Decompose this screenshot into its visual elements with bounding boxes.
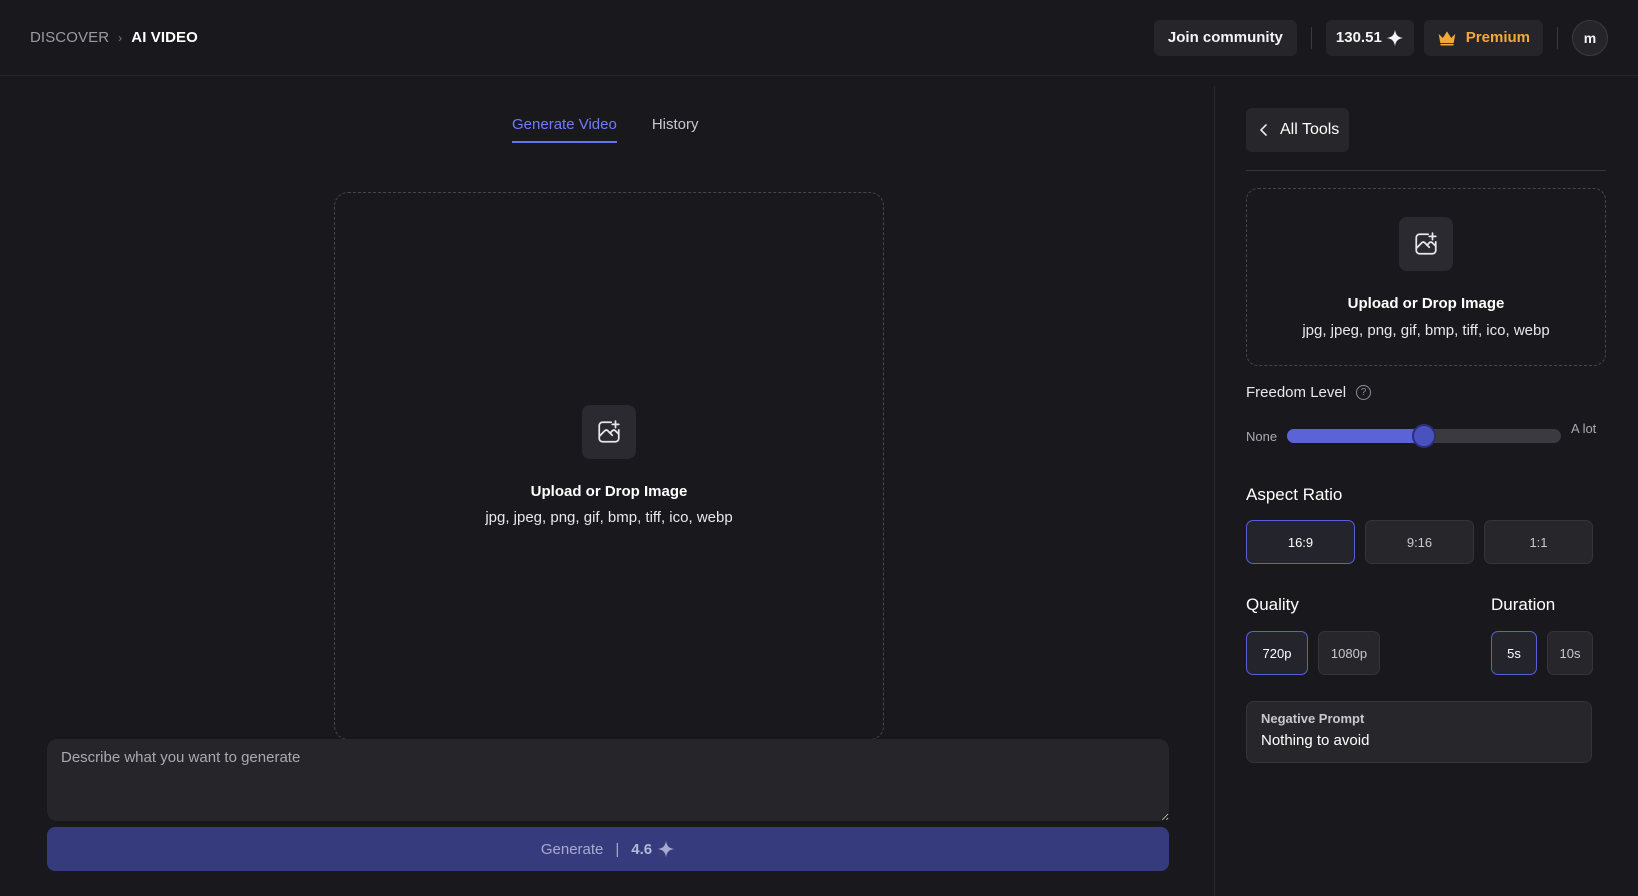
tab-generate-video[interactable]: Generate Video [512, 116, 617, 143]
generate-button[interactable]: Generate | 4.6 [47, 827, 1169, 871]
chevron-left-icon [1259, 124, 1267, 136]
app-root: DISCOVER › AI VIDEO Join community 130.5… [0, 0, 1638, 896]
side-dropzone-formats: jpg, jpeg, png, gif, bmp, tiff, ico, web… [1302, 322, 1550, 339]
slider-min-label: None [1246, 429, 1278, 444]
main-image-dropzone[interactable]: Upload or Drop Image jpg, jpeg, png, gif… [334, 192, 884, 740]
tab-history[interactable]: History [652, 116, 699, 143]
all-tools-button[interactable]: All Tools [1246, 108, 1349, 152]
freedom-level-text: Freedom Level [1246, 384, 1347, 401]
side-upload-image-button[interactable] [1399, 217, 1453, 271]
tab-bar: Generate Video History [512, 116, 698, 143]
breadcrumb: DISCOVER › AI VIDEO [30, 29, 198, 46]
settings-panel: All Tools Upload or Drop Image jpg, jpeg… [1246, 0, 1606, 896]
slider-thumb[interactable] [1412, 424, 1436, 448]
aspect-option-16-9[interactable]: 16:9 [1246, 520, 1355, 564]
aspect-option-1-1[interactable]: 1:1 [1484, 520, 1593, 564]
all-tools-label: All Tools [1280, 121, 1340, 138]
breadcrumb-chevron-icon: › [118, 30, 123, 45]
dropzone-formats: jpg, jpeg, png, gif, bmp, tiff, ico, web… [485, 509, 733, 526]
duration-option-5s[interactable]: 5s [1491, 631, 1537, 675]
slider-fill [1287, 429, 1424, 443]
slider-max-label: A lot [1571, 421, 1597, 436]
side-image-dropzone[interactable]: Upload or Drop Image jpg, jpeg, png, gif… [1246, 188, 1606, 366]
image-add-icon [1415, 232, 1437, 255]
quality-option-720p[interactable]: 720p [1246, 631, 1308, 675]
generate-separator: | [615, 840, 620, 858]
breadcrumb-discover[interactable]: DISCOVER [30, 29, 109, 46]
duration-label: Duration [1491, 595, 1556, 614]
help-icon[interactable]: ? [1356, 385, 1372, 400]
negative-prompt-value[interactable]: Nothing to avoid [1261, 732, 1577, 749]
duration-option-10s[interactable]: 10s [1547, 631, 1593, 675]
negative-prompt-field[interactable]: Negative Prompt Nothing to avoid [1246, 701, 1592, 763]
side-dropzone-title: Upload or Drop Image [1347, 295, 1505, 312]
generate-cost: 4.6 [631, 840, 653, 858]
quality-label: Quality [1246, 595, 1299, 614]
panel-divider [1214, 86, 1215, 896]
aspect-option-9-16[interactable]: 9:16 [1365, 520, 1474, 564]
panel-separator [1246, 170, 1606, 171]
image-add-icon [598, 420, 620, 443]
quality-option-1080p[interactable]: 1080p [1318, 631, 1380, 675]
aspect-ratio-label: Aspect Ratio [1246, 485, 1343, 504]
freedom-level-label: Freedom Level ? [1246, 384, 1372, 401]
upload-image-button[interactable] [582, 405, 636, 459]
dropzone-content: Upload or Drop Image jpg, jpeg, png, gif… [335, 405, 883, 526]
freedom-slider-row: None A lot [1246, 420, 1606, 456]
negative-prompt-label: Negative Prompt [1261, 711, 1365, 726]
sparkle-icon [657, 840, 675, 858]
generate-label: Generate [540, 840, 604, 858]
prompt-input[interactable] [47, 739, 1169, 821]
dropzone-title: Upload or Drop Image [530, 483, 688, 500]
breadcrumb-current: AI VIDEO [131, 29, 198, 46]
freedom-slider[interactable] [1287, 424, 1561, 448]
